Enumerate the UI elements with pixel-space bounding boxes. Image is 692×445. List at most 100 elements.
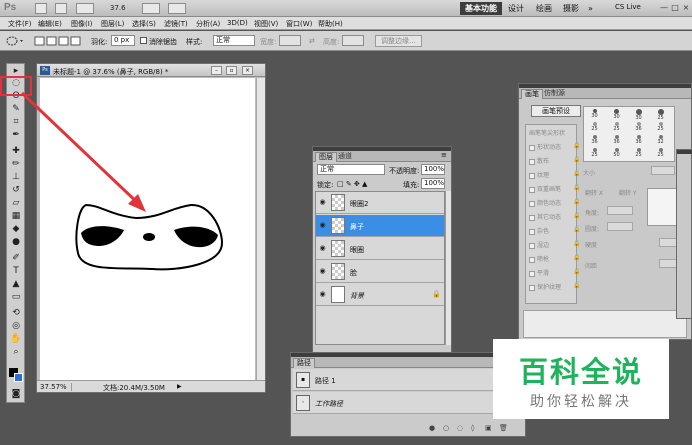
- menu-analysis[interactable]: 分析(A): [196, 19, 220, 29]
- angle-input[interactable]: [607, 206, 633, 215]
- brush-option[interactable]: 形状动态 🔒: [529, 142, 580, 151]
- brush-tip[interactable]: 25: [631, 147, 646, 160]
- workspace-essentials[interactable]: 基本功能: [460, 2, 502, 15]
- brush-tip-grid[interactable]: 30 30 30 25 25 25 36 25 36 36 36 32 25 5…: [583, 106, 675, 162]
- height-input[interactable]: [342, 35, 364, 46]
- opacity-input[interactable]: 100%: [421, 164, 445, 175]
- brush-option[interactable]: 平滑 🔒: [529, 268, 580, 277]
- make-work-path-icon[interactable]: ◊: [471, 424, 474, 432]
- refine-edge-button[interactable]: 调整边缘...: [375, 35, 422, 47]
- dodge-tool-icon[interactable]: ●: [10, 237, 22, 247]
- hand-tool-icon[interactable]: ✋: [10, 334, 22, 344]
- menu-3d[interactable]: 3D(D): [227, 19, 248, 27]
- brush-tip[interactable]: 30: [631, 108, 646, 121]
- stroke-path-icon[interactable]: ○: [443, 424, 449, 432]
- menu-file[interactable]: 文件(F): [8, 19, 32, 29]
- workspace-photography[interactable]: 摄影: [563, 2, 579, 15]
- layer-row[interactable]: ◉ 眼圈2: [316, 192, 444, 214]
- brush-option[interactable]: 其它动态 🔒: [529, 212, 580, 221]
- arrange-documents-dropdown[interactable]: [142, 3, 160, 14]
- collapsed-panel[interactable]: [676, 149, 692, 319]
- flip-y-checkbox[interactable]: 翻转 Y: [619, 188, 637, 197]
- move-tool-icon[interactable]: ▸: [10, 66, 22, 76]
- menu-select[interactable]: 选择(S): [132, 19, 156, 29]
- more-workspaces-button[interactable]: »: [588, 2, 593, 15]
- flip-x-checkbox[interactable]: 翻转 X: [585, 188, 603, 197]
- eye-icon[interactable]: ◉: [318, 198, 327, 207]
- menu-edit[interactable]: 编辑(E): [38, 19, 62, 29]
- path-row[interactable]: ◦ 工作路径: [293, 392, 523, 414]
- size-input[interactable]: [651, 166, 675, 175]
- brush-option[interactable]: 双重画笔 🔒: [529, 184, 580, 193]
- eraser-tool-icon[interactable]: ▱: [10, 198, 22, 208]
- gradient-tool-icon[interactable]: ▦: [10, 211, 22, 221]
- new-path-icon[interactable]: ▣: [485, 424, 492, 432]
- tab-clone-source[interactable]: 仿制源: [541, 89, 568, 99]
- brush-tip[interactable]: 25: [653, 121, 668, 134]
- layer-row[interactable]: ◉ 眼圈: [316, 238, 444, 260]
- document-titlebar[interactable]: Ps 未标题-1 @ 37.6% (鼻子, RGB/8) * – ▫ ×: [37, 64, 265, 77]
- doc-minimize-button[interactable]: –: [211, 66, 222, 75]
- tab-channels[interactable]: 通道: [335, 152, 355, 162]
- brush-option[interactable]: 杂色 🔒: [529, 226, 580, 235]
- layer-row-selected[interactable]: ◉ 鼻子: [316, 215, 444, 237]
- blend-mode-select[interactable]: 正常: [317, 164, 385, 175]
- eyedropper-tool-icon[interactable]: ✒: [10, 130, 22, 140]
- brush-tip[interactable]: 36: [631, 121, 646, 134]
- canvas[interactable]: [40, 78, 255, 380]
- workspace-painting[interactable]: 绘画: [536, 2, 552, 15]
- tab-brush[interactable]: 画笔: [521, 89, 543, 99]
- collapsed-panel-header[interactable]: [677, 150, 692, 154]
- bridge-button[interactable]: [35, 3, 47, 14]
- swap-icon[interactable]: ⇄: [309, 37, 315, 45]
- fill-input[interactable]: 100%: [421, 178, 445, 189]
- screen-mode-dropdown[interactable]: [168, 3, 186, 14]
- eye-icon[interactable]: ◉: [318, 221, 327, 230]
- brush-tool-icon[interactable]: ✏: [10, 159, 22, 169]
- eye-icon[interactable]: ◉: [318, 267, 327, 276]
- clone-stamp-tool-icon[interactable]: ⊥: [10, 172, 22, 182]
- document-vertical-scrollbar[interactable]: [256, 78, 265, 380]
- brush-presets-button[interactable]: 画笔预设: [531, 105, 581, 117]
- path-row[interactable]: ▪ 路径 1: [293, 369, 523, 391]
- status-menu-arrow-icon[interactable]: ▶: [177, 383, 182, 390]
- type-tool-icon[interactable]: T: [10, 266, 22, 276]
- brush-tip[interactable]: 25: [653, 108, 668, 121]
- style-select[interactable]: 正常: [213, 35, 255, 46]
- shape-tool-icon[interactable]: ▭: [10, 292, 22, 302]
- brush-tip[interactable]: 25: [587, 121, 602, 134]
- layers-scrollbar[interactable]: [445, 191, 451, 345]
- panel-menu-icon[interactable]: ≡: [441, 151, 447, 159]
- menu-help[interactable]: 帮助(H): [318, 19, 343, 29]
- doc-close-button[interactable]: ×: [242, 66, 253, 75]
- brush-tip[interactable]: 36: [631, 134, 646, 147]
- 3d-rotate-tool-icon[interactable]: ⟲: [10, 308, 22, 318]
- blur-tool-icon[interactable]: ◆: [10, 224, 22, 234]
- brush-tip[interactable]: 25: [609, 121, 624, 134]
- pen-tool-icon[interactable]: ✐: [10, 253, 22, 263]
- tab-layers[interactable]: 图层: [315, 152, 337, 162]
- layer-row[interactable]: ◉ 背景 🔒: [316, 284, 444, 306]
- delete-path-icon[interactable]: 🗑: [499, 424, 508, 432]
- background-color-swatch[interactable]: [14, 373, 23, 382]
- menu-layer[interactable]: 图层(L): [101, 19, 124, 29]
- brush-tip[interactable]: 30: [609, 108, 624, 121]
- brush-tip[interactable]: 32: [653, 134, 668, 147]
- brush-tip[interactable]: 36: [609, 134, 624, 147]
- zoom-level-dropdown[interactable]: 37.6: [110, 4, 126, 12]
- menu-image[interactable]: 图像(I): [71, 19, 93, 29]
- crop-tool-icon[interactable]: ⌗: [10, 117, 22, 127]
- load-selection-icon[interactable]: ◌: [457, 424, 463, 432]
- brush-option[interactable]: 湿边 🔒: [529, 240, 580, 249]
- close-button[interactable]: ×: [680, 2, 692, 14]
- brush-option[interactable]: 喷枪 🔒: [529, 254, 580, 263]
- selection-mode-icons[interactable]: [34, 35, 84, 47]
- brush-option[interactable]: 颜色动态 🔒: [529, 198, 580, 207]
- brush-tip[interactable]: 25: [587, 147, 602, 160]
- healing-brush-tool-icon[interactable]: ✚: [10, 146, 22, 156]
- fill-path-icon[interactable]: ●: [429, 424, 435, 432]
- tool-preset-picker[interactable]: [6, 35, 26, 47]
- menu-view[interactable]: 视图(V): [254, 19, 278, 29]
- brush-tip[interactable]: 36: [587, 134, 602, 147]
- layer-row[interactable]: ◉ 脸: [316, 261, 444, 283]
